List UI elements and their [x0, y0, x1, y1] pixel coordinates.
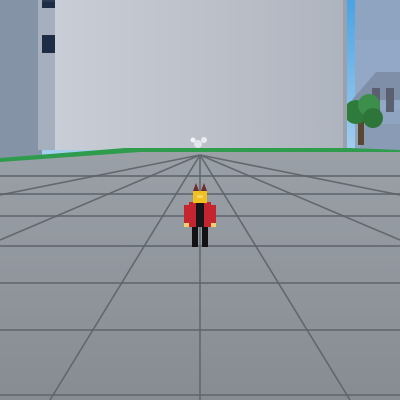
- tiled-plaza-floor[interactable]: [0, 152, 400, 400]
- tall-building: [55, 0, 347, 150]
- game-viewport[interactable]: [0, 0, 400, 400]
- scene-svg: [0, 0, 400, 400]
- left-building: [0, 0, 60, 160]
